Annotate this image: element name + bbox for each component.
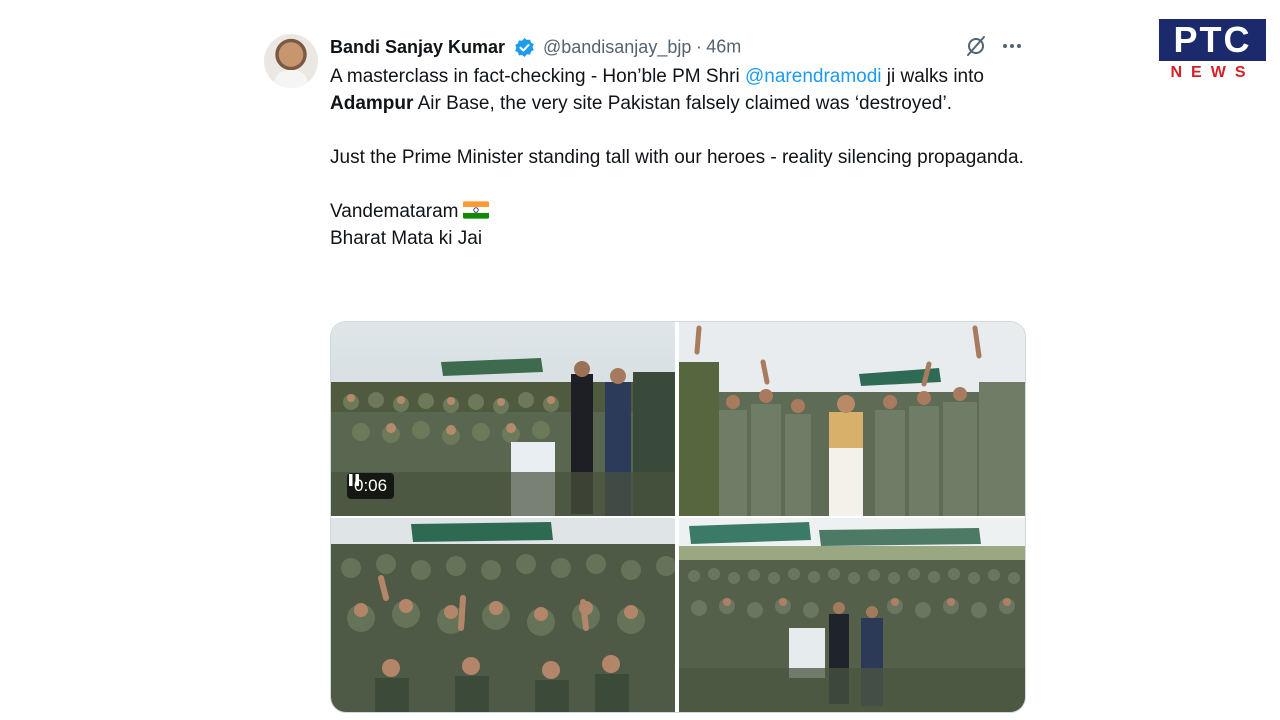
- more-options-icon[interactable]: [1000, 34, 1024, 58]
- logo-news-text: NEWS: [1170, 64, 1255, 81]
- media-grid[interactable]: 0:06: [330, 321, 1026, 713]
- photo-scene: [679, 322, 1025, 516]
- pause-icon[interactable]: [347, 473, 361, 487]
- bold-place: Adampur: [330, 93, 414, 114]
- mention-link[interactable]: @narendramodi: [745, 66, 882, 87]
- tweet-paragraph-3: Vandemataram: [330, 198, 1030, 225]
- photo-4[interactable]: [679, 518, 1025, 712]
- grok-icon[interactable]: [964, 34, 988, 58]
- vandemataram-text: Vandemataram: [330, 201, 459, 222]
- separator-dot: ·: [695, 36, 702, 57]
- text-segment: Air Base, the very site Pakistan falsely…: [413, 93, 952, 114]
- text-segment: ji walks into: [881, 66, 984, 87]
- video-thumbnail[interactable]: 0:06: [331, 322, 675, 516]
- text-segment: A masterclass in fact-checking - Hon’ble…: [330, 66, 745, 87]
- tweet-paragraph-4: Bharat Mata ki Jai: [330, 228, 483, 249]
- photo-2[interactable]: [679, 322, 1025, 516]
- tweet-card: Bandi Sanjay Kumar @bandisanjay_bjp · 46…: [264, 32, 1029, 720]
- logo-ptc-text: PTC: [1159, 19, 1266, 61]
- photo-scene: [331, 518, 675, 712]
- verified-badge-icon: [514, 37, 534, 57]
- ptc-news-logo: PTC NEWS: [1159, 19, 1266, 82]
- tweet-text: A masterclass in fact-checking - Hon’ble…: [330, 63, 1030, 252]
- author-handle[interactable]: @bandisanjay_bjp: [543, 37, 691, 57]
- tweet-time[interactable]: 46m: [706, 37, 741, 57]
- avatar-shirt: [274, 70, 308, 88]
- author-name[interactable]: Bandi Sanjay Kumar: [330, 37, 505, 57]
- tweet-paragraph-1: A masterclass in fact-checking - Hon’ble…: [330, 63, 1030, 117]
- photo-scene: [679, 518, 1025, 712]
- india-flag-icon: [462, 201, 489, 219]
- video-duration-badge[interactable]: 0:06: [347, 473, 395, 499]
- tweet-header: Bandi Sanjay Kumar @bandisanjay_bjp · 46…: [330, 35, 1030, 59]
- avatar[interactable]: [264, 34, 318, 88]
- photo-3[interactable]: [331, 518, 675, 712]
- tweet-paragraph-2: Just the Prime Minister standing tall wi…: [330, 147, 1024, 168]
